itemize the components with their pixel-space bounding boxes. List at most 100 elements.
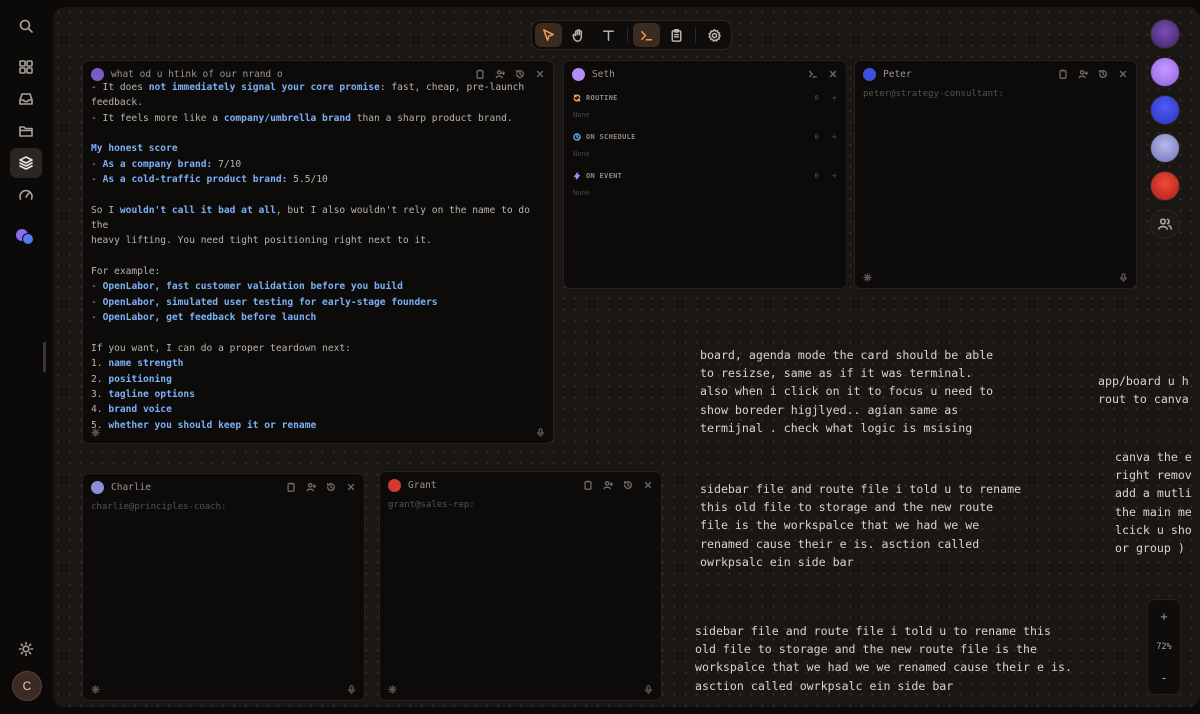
chat-line: - It does not immediately signal your co… (91, 82, 525, 93)
agent-avatar (388, 478, 401, 492)
add-schedule-button[interactable]: + (832, 132, 837, 142)
clipboard-icon[interactable] (286, 482, 296, 492)
terminal-icon[interactable] (808, 69, 818, 79)
microphone-icon[interactable] (347, 685, 356, 694)
user-initial: C (22, 679, 32, 693)
chat-line: feedback. (91, 97, 143, 109)
peter-card-header: Peter (855, 61, 1136, 87)
board-canvas[interactable]: what od u htink of our nrand o - It does… (53, 7, 1200, 707)
close-icon[interactable] (828, 69, 838, 79)
grant-card-header: Grant (380, 472, 661, 498)
resize-handle[interactable] (43, 342, 46, 372)
grant-card[interactable]: Grant grant@sales-rep: (379, 471, 662, 701)
settings-tool[interactable] (701, 23, 728, 47)
text-icon (603, 30, 614, 41)
add-user-icon[interactable] (495, 69, 505, 79)
sparkle-icon[interactable] (91, 685, 100, 694)
history-icon[interactable] (515, 69, 525, 79)
collaborator-avatar[interactable] (1150, 171, 1180, 201)
hand-tool[interactable] (565, 23, 592, 47)
chat-emphasis: wouldn't call it bad at all (119, 204, 276, 216)
collaborator-avatar[interactable] (1150, 57, 1180, 87)
microphone-icon[interactable] (1119, 273, 1128, 282)
text-tool[interactable] (595, 23, 622, 47)
close-icon[interactable] (643, 480, 653, 490)
chat-line: - OpenLabor, simulated user testing for … (91, 296, 438, 308)
seth-card[interactable]: Seth ROUTINE 0 + None ON SCHEDULE 0 + No… (563, 60, 847, 289)
chat-spacer (91, 126, 545, 141)
sparkle-icon[interactable] (91, 428, 100, 437)
sticky-note[interactable]: sidebar file and route file i told u to … (695, 622, 1072, 695)
peter-card[interactable]: Peter peter@strategy-consultant: (854, 60, 1137, 289)
terminal-prompt[interactable]: peter@strategy-consultant: (855, 87, 1136, 101)
seth-card-header: Seth (564, 61, 846, 87)
add-user-icon[interactable] (1078, 69, 1088, 79)
select-tool[interactable] (535, 23, 562, 47)
sticky-note[interactable]: board, agenda mode the card should be ab… (700, 346, 993, 437)
search-button[interactable] (10, 11, 42, 41)
history-icon[interactable] (623, 480, 633, 490)
sparkle-icon[interactable] (388, 685, 397, 694)
clipboard-icon[interactable] (583, 480, 593, 490)
collaborator-avatar[interactable] (1150, 19, 1180, 49)
refresh-icon (573, 94, 581, 102)
chat-line: My honest score (91, 141, 545, 156)
dashboard-button[interactable] (10, 52, 42, 82)
clipboard-icon[interactable] (475, 69, 485, 79)
chat-card[interactable]: what od u htink of our nrand o - It does… (82, 60, 554, 444)
collaborator-avatar[interactable] (1150, 133, 1180, 163)
workspace-switcher[interactable] (10, 222, 42, 252)
chat-line: 2. positioning (91, 373, 172, 385)
gauge-button[interactable] (10, 180, 42, 210)
close-icon[interactable] (1118, 69, 1128, 79)
add-user-icon[interactable] (306, 482, 316, 492)
microphone-icon[interactable] (536, 428, 545, 437)
seth-section-schedule: ON SCHEDULE 0 + None (564, 126, 846, 165)
inbox-button[interactable] (10, 84, 42, 114)
clipboard-icon[interactable] (1058, 69, 1068, 79)
chat-line: If you want, I can do a proper teardown … (91, 342, 351, 354)
terminal-tool[interactable] (633, 23, 660, 47)
group-button[interactable] (1150, 209, 1180, 239)
terminal-prompt[interactable]: grant@sales-rep: (380, 498, 661, 512)
sticky-note[interactable]: sidebar file and route file i told u to … (700, 480, 1021, 571)
close-icon[interactable] (346, 482, 356, 492)
workspace-button[interactable] (10, 148, 42, 178)
section-count: 0 (814, 133, 819, 141)
add-event-button[interactable]: + (832, 171, 837, 181)
terminal-prompt[interactable]: charlie@principles-coach: (83, 500, 364, 514)
user-avatar[interactable]: C (12, 671, 42, 701)
chat-emphasis: OpenLabor, fast customer validation befo… (102, 281, 403, 293)
collaborator-avatar[interactable] (1150, 95, 1180, 125)
zoom-level: 72% (1156, 642, 1172, 652)
history-icon[interactable] (326, 482, 336, 492)
chat-emphasis: positioning (108, 373, 172, 385)
close-icon[interactable] (535, 69, 545, 79)
chat-line: So I wouldn't call it bad at all, but I … (91, 204, 536, 232)
zoom-out-button[interactable]: - (1162, 671, 1166, 684)
seth-section-routine: ROUTINE 0 + None (564, 87, 846, 126)
theme-toggle[interactable] (10, 634, 42, 664)
add-user-icon[interactable] (603, 480, 613, 490)
seth-section-event: ON EVENT 0 + None (564, 165, 846, 204)
chat-line: - OpenLabor, fast customer validation be… (91, 281, 403, 293)
sparkle-icon[interactable] (863, 273, 872, 282)
chat-line: - OpenLabor, get feedback before launch (91, 312, 317, 324)
chat-card-title: what od u htink of our nrand o (111, 68, 283, 80)
search-icon (19, 19, 33, 33)
inbox-icon (19, 93, 33, 105)
add-routine-button[interactable]: + (832, 93, 837, 103)
clipboard-tool[interactable] (663, 23, 690, 47)
folder-button[interactable] (10, 116, 42, 146)
sticky-note[interactable]: app/board u h rout to canva (1098, 372, 1189, 408)
sticky-note[interactable]: canva the e right remov add a mutli the … (1115, 448, 1192, 557)
agent-avatar (91, 480, 104, 494)
chat-emphasis: not immediately signal your core promise (148, 82, 380, 93)
microphone-icon[interactable] (644, 685, 653, 694)
zoom-in-button[interactable]: + (1160, 610, 1168, 623)
grant-card-title: Grant (408, 479, 437, 491)
chat-emphasis: OpenLabor, get feedback before launch (102, 312, 317, 324)
history-icon[interactable] (1098, 69, 1108, 79)
charlie-card[interactable]: Charlie charlie@principles-coach: (82, 473, 365, 701)
section-empty: None (573, 150, 590, 158)
